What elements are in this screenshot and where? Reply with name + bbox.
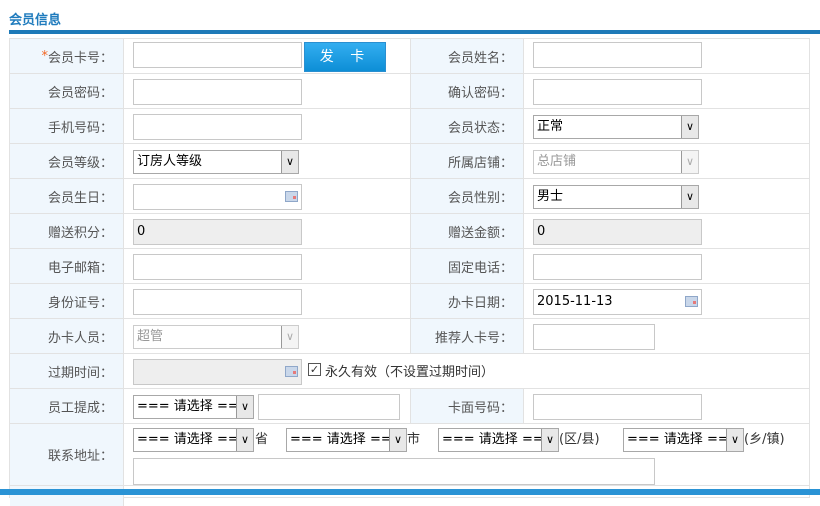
chevron-down-icon: ∨ bbox=[681, 116, 698, 138]
email-input[interactable] bbox=[133, 254, 302, 280]
row-id: 身份证号： 办卡日期： 2015-11-13 bbox=[10, 284, 810, 319]
calendar-icon[interactable] bbox=[285, 191, 298, 202]
city-select[interactable]: === 请选择 === ∨ bbox=[286, 428, 407, 452]
row-password: 会员密码： 确认密码： bbox=[10, 74, 810, 109]
issue-date-label: 办卡日期： bbox=[410, 284, 524, 318]
status-value: 正常 bbox=[537, 119, 564, 134]
row-level: 会员等级： 订房人等级 ∨ 所属店铺： 总店铺 ∨ bbox=[10, 144, 810, 179]
level-label: 会员等级： bbox=[10, 144, 124, 178]
id-no-input[interactable] bbox=[133, 289, 302, 315]
district-select[interactable]: === 请选择 === ∨ bbox=[438, 428, 559, 452]
row-bonus: 赠送积分： 0 赠送金额： 0 bbox=[10, 214, 810, 249]
chevron-down-icon: ∨ bbox=[281, 326, 298, 348]
bonus-amount-label: 赠送金额： bbox=[410, 214, 524, 248]
town-select[interactable]: === 请选择 === ∨ bbox=[623, 428, 744, 452]
permanent-label: 永久有效（不设置过期时间） bbox=[325, 365, 495, 380]
mobile-label: 手机号码： bbox=[10, 109, 124, 143]
referrer-input[interactable] bbox=[533, 324, 655, 350]
address-detail-input[interactable] bbox=[133, 458, 655, 485]
province-select[interactable]: === 请选择 === ∨ bbox=[133, 428, 254, 452]
birthday-label: 会员生日： bbox=[10, 179, 124, 213]
row-mobile: 手机号码： 会员状态： 正常 ∨ bbox=[10, 109, 810, 144]
chevron-down-icon: ∨ bbox=[281, 151, 298, 173]
mobile-input[interactable] bbox=[133, 114, 302, 140]
referrer-label: 推荐人卡号： bbox=[410, 319, 524, 353]
chevron-down-icon: ∨ bbox=[681, 186, 698, 208]
phone-input[interactable] bbox=[533, 254, 702, 280]
bonus-points-label: 赠送积分： bbox=[10, 214, 124, 248]
level-select[interactable]: 订房人等级 ∨ bbox=[133, 150, 299, 174]
district-value: === 请选择 === bbox=[442, 432, 555, 447]
confirm-password-input[interactable] bbox=[533, 79, 702, 105]
store-select[interactable]: 总店铺 ∨ bbox=[533, 150, 699, 174]
confirm-password-label: 确认密码： bbox=[410, 74, 524, 108]
issue-date-input[interactable]: 2015-11-13 bbox=[533, 289, 702, 315]
card-face-no-label: 卡面号码： bbox=[410, 389, 524, 423]
chevron-down-icon: ∨ bbox=[236, 396, 253, 418]
issuer-value: 超管 bbox=[137, 329, 164, 344]
phone-label: 固定电话： bbox=[410, 249, 524, 283]
status-label: 会员状态： bbox=[410, 109, 524, 143]
bottom-bar bbox=[0, 489, 820, 495]
row-address: 联系地址： === 请选择 === ∨ 省 === 请选择 === ∨ 市 === … bbox=[10, 424, 810, 486]
chevron-down-icon: ∨ bbox=[236, 429, 253, 451]
store-value: 总店铺 bbox=[537, 154, 577, 169]
email-label: 电子邮箱： bbox=[10, 249, 124, 283]
gender-value: 男士 bbox=[537, 189, 564, 204]
card-no-input[interactable] bbox=[133, 42, 302, 68]
row-expiry: 过期时间： ✓ 永久有效（不设置过期时间） bbox=[10, 354, 810, 389]
title-divider bbox=[9, 30, 820, 34]
row-email: 电子邮箱： 固定电话： bbox=[10, 249, 810, 284]
city-value: === 请选择 === bbox=[290, 432, 403, 447]
province-suffix: 省 bbox=[255, 432, 269, 447]
row-birthday: 会员生日： 会员性别： 男士 ∨ bbox=[10, 179, 810, 214]
row-card-no: * 会员卡号： 发 卡 会员姓名： bbox=[10, 39, 810, 74]
password-label: 会员密码： bbox=[10, 74, 124, 108]
commission-input[interactable] bbox=[258, 394, 400, 420]
member-form: * 会员卡号： 发 卡 会员姓名： 会员密码： 确认密码： 手机号码： 会员状态：… bbox=[9, 38, 810, 506]
row-commission: 员工提成： === 请选择 === ∨ 卡面号码： bbox=[10, 389, 810, 424]
gender-label: 会员性别： bbox=[410, 179, 524, 213]
town-value: === 请选择 === bbox=[627, 432, 740, 447]
name-input[interactable] bbox=[533, 42, 702, 68]
level-value: 订房人等级 bbox=[137, 154, 203, 169]
chevron-down-icon: ∨ bbox=[541, 429, 558, 451]
bonus-points-input[interactable]: 0 bbox=[133, 219, 302, 245]
row-issuer: 办卡人员： 超管 ∨ 推荐人卡号： bbox=[10, 319, 810, 354]
issue-date-value: 2015-11-13 bbox=[537, 294, 613, 309]
address-label: 联系地址： bbox=[10, 424, 124, 485]
section-title: 会员信息 bbox=[9, 13, 62, 28]
district-suffix: (区/县) bbox=[559, 432, 600, 447]
town-suffix: (乡/镇) bbox=[744, 432, 785, 447]
calendar-icon[interactable] bbox=[685, 296, 698, 307]
id-no-label: 身份证号： bbox=[10, 284, 124, 318]
card-no-label: * 会员卡号： bbox=[10, 39, 124, 73]
bonus-amount-input[interactable]: 0 bbox=[533, 219, 702, 245]
issue-card-button[interactable]: 发 卡 bbox=[304, 42, 386, 72]
gender-select[interactable]: 男士 ∨ bbox=[533, 185, 699, 209]
label-text: 会员卡号： bbox=[47, 50, 113, 66]
permanent-checkbox[interactable]: ✓ bbox=[308, 363, 321, 376]
name-label: 会员姓名： bbox=[410, 39, 524, 73]
status-select[interactable]: 正常 ∨ bbox=[533, 115, 699, 139]
expiry-label: 过期时间： bbox=[10, 354, 124, 388]
city-suffix: 市 bbox=[407, 432, 421, 447]
province-value: === 请选择 === bbox=[137, 432, 250, 447]
chevron-down-icon: ∨ bbox=[681, 151, 698, 173]
chevron-down-icon: ∨ bbox=[389, 429, 406, 451]
card-face-no-input[interactable] bbox=[533, 394, 702, 420]
issuer-label: 办卡人员： bbox=[10, 319, 124, 353]
password-input[interactable] bbox=[133, 79, 302, 105]
chevron-down-icon: ∨ bbox=[726, 429, 743, 451]
issuer-select[interactable]: 超管 ∨ bbox=[133, 325, 299, 349]
birthday-input[interactable] bbox=[133, 184, 302, 210]
expiry-input[interactable] bbox=[133, 359, 302, 385]
commission-select[interactable]: === 请选择 === ∨ bbox=[133, 395, 254, 419]
store-label: 所属店铺： bbox=[410, 144, 524, 178]
commission-value: === 请选择 === bbox=[137, 399, 250, 414]
commission-label: 员工提成： bbox=[10, 389, 124, 423]
calendar-icon[interactable] bbox=[285, 366, 298, 377]
